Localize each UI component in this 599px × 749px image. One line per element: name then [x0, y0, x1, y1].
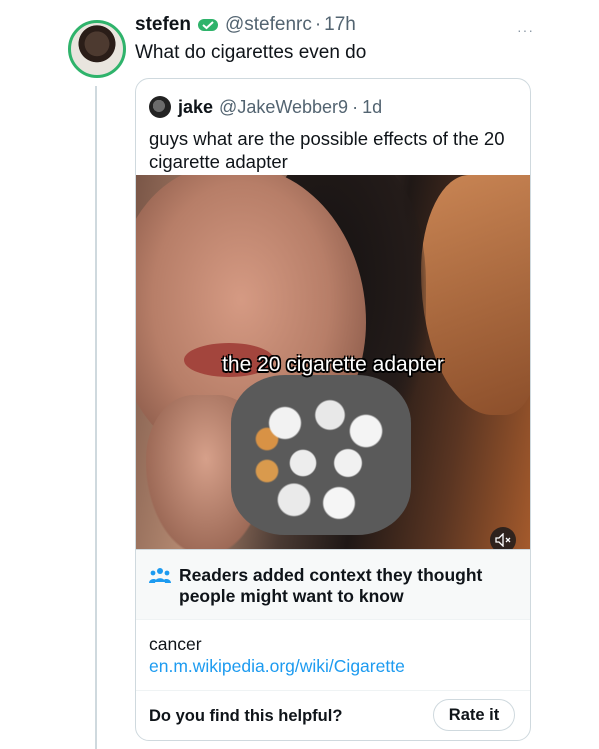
community-note-header: Readers added context they thought peopl…: [136, 550, 530, 620]
helpful-question: Do you find this helpful?: [149, 707, 343, 725]
rate-it-button[interactable]: Rate it: [433, 699, 515, 731]
quoted-author-handle: @JakeWebber9: [219, 96, 349, 117]
video-player[interactable]: the 20 cigarette adapter: [136, 175, 530, 549]
community-note-body: cancer: [149, 634, 202, 654]
community-note-footer: Do you find this helpful? Rate it: [136, 690, 530, 740]
more-icon[interactable]: ···: [517, 22, 534, 38]
community-note: Readers added context they thought peopl…: [136, 549, 530, 740]
people-icon: [149, 567, 171, 585]
community-note-link[interactable]: en.m.wikipedia.org/wiki/Cigarette: [149, 656, 405, 677]
quoted-tweet-header: jake @JakeWebber9 · 1d: [149, 96, 382, 118]
thread-line: [95, 86, 97, 749]
author-avatar[interactable]: [68, 20, 126, 78]
tweet-time[interactable]: 17h: [324, 14, 356, 36]
quoted-tweet[interactable]: jake @JakeWebber9 · 1d guys what are the…: [135, 78, 531, 741]
tweet-header: stefen @stefenrc · 17h: [135, 14, 356, 36]
mute-icon[interactable]: [490, 527, 516, 549]
author-name[interactable]: stefen: [135, 14, 191, 36]
separator-dot: ·: [352, 96, 359, 117]
video-frame-cigarette-adapter: [231, 375, 411, 535]
quoted-author-name: jake: [178, 96, 214, 117]
quoted-tweet-time: 1d: [362, 96, 383, 117]
author-handle[interactable]: @stefenrc: [225, 14, 312, 36]
video-caption: the 20 cigarette adapter: [222, 353, 444, 376]
verified-badge-icon: [197, 17, 219, 33]
quoted-tweet-text: guys what are the possible effects of th…: [149, 128, 505, 172]
separator-dot: ·: [314, 14, 322, 35]
community-note-title: Readers added context they thought peopl…: [179, 565, 483, 606]
quoted-author-avatar: [149, 96, 171, 118]
tweet-text: What do cigarettes even do: [135, 42, 367, 63]
